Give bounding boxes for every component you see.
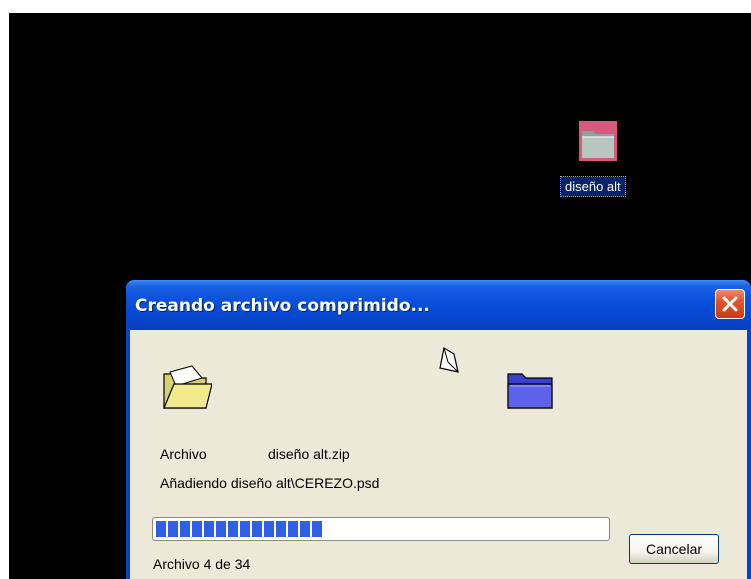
desktop: diseño alt Creando archivo comprimido...: [9, 13, 751, 579]
title-bar[interactable]: Creando archivo comprimido...: [126, 280, 751, 330]
folder-icon: [506, 370, 556, 415]
status-text: Añadiendo diseño alt\CEREZO.psd: [160, 475, 380, 491]
progress-count: Archivo 4 de 34: [153, 556, 251, 572]
desktop-folder-label: diseño alt: [560, 176, 626, 197]
file-label: Archivo: [160, 446, 207, 462]
close-icon: [722, 296, 738, 312]
compress-dialog: Creando archivo comprimido... Archivo di…: [126, 280, 751, 579]
folder-open-icon: [162, 364, 213, 415]
file-name: diseño alt.zip: [268, 446, 350, 462]
close-button[interactable]: [715, 289, 745, 319]
folder-icon: [579, 121, 617, 161]
progress-bar: [152, 517, 610, 541]
progress-fill: [156, 521, 322, 537]
flying-paper-icon: [436, 346, 462, 381]
dialog-body: Archivo diseño alt.zip Añadiendo diseño …: [130, 330, 747, 579]
dialog-title: Creando archivo comprimido...: [135, 296, 430, 316]
cancel-button[interactable]: Cancelar: [629, 534, 719, 564]
